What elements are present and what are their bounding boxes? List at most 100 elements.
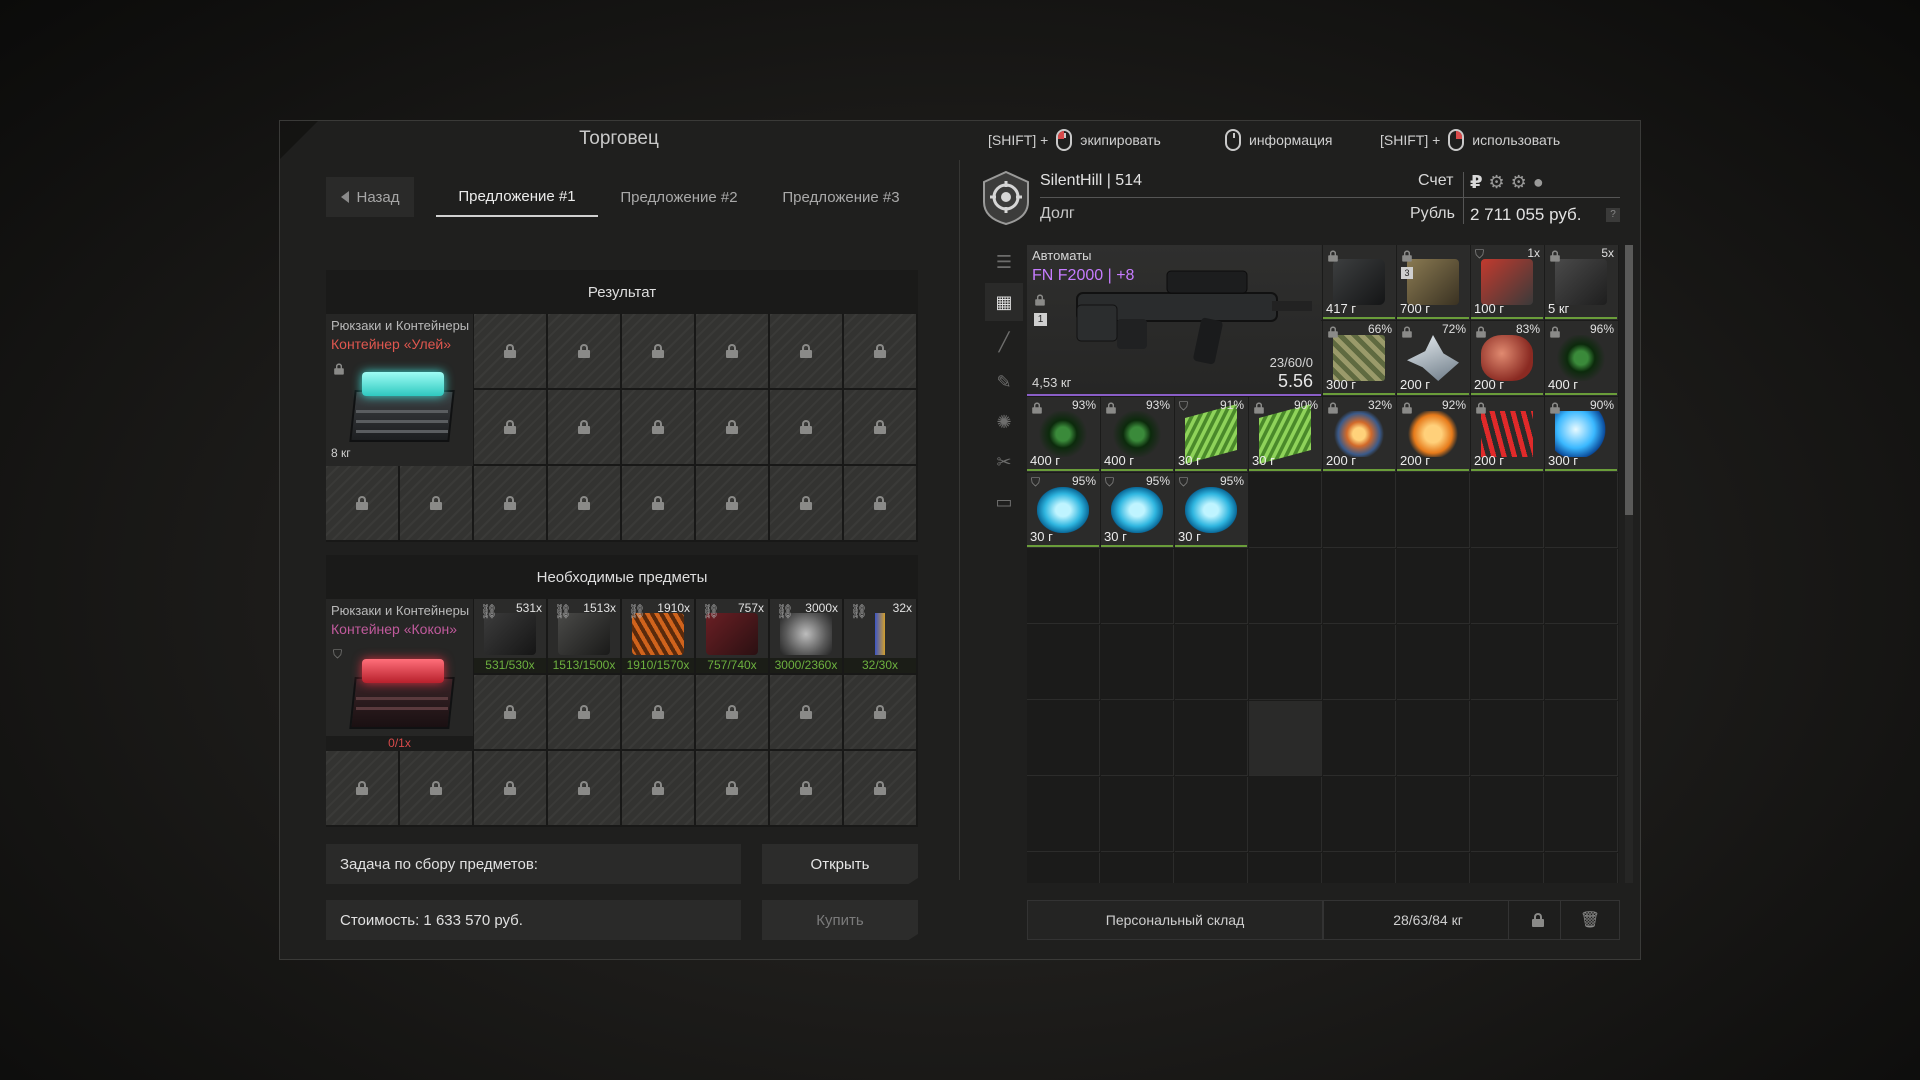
inventory-slot[interactable]	[1545, 777, 1618, 852]
inventory-slot[interactable]	[1101, 701, 1174, 776]
inventory-item[interactable]: ⛉ 95% 30 г	[1027, 473, 1099, 547]
item-weight: 300 г	[1326, 377, 1357, 392]
inventory-slot[interactable]	[1397, 549, 1470, 624]
inventory-scrollbar[interactable]	[1625, 245, 1633, 883]
gear-currency-icon[interactable]: ⚙	[1489, 172, 1505, 193]
inventory-item[interactable]: ⛉ 91% 30 г	[1175, 397, 1247, 471]
grid-all-icon[interactable]: ▦	[985, 283, 1023, 321]
inventory-slot[interactable]	[1249, 549, 1322, 624]
inventory-slot[interactable]	[1471, 549, 1544, 624]
required-item-card[interactable]: Рюкзаки и Контейнеры Контейнер «Кокон» ⛉…	[326, 599, 473, 751]
inventory-slot[interactable]	[1471, 625, 1544, 700]
inventory-slot[interactable]	[1175, 853, 1248, 883]
inventory-slot[interactable]	[1323, 625, 1396, 700]
inventory-slot[interactable]	[1545, 473, 1618, 548]
required-material-slot[interactable]: ⛓ 3000x 3000/2360x	[770, 599, 842, 673]
inventory-slot[interactable]	[1175, 549, 1248, 624]
inventory-slot[interactable]	[1027, 777, 1100, 852]
locked-slot	[844, 314, 916, 388]
inventory-item[interactable]: 90% 300 г	[1545, 397, 1617, 471]
inventory-item[interactable]: 92% 200 г	[1397, 397, 1469, 471]
inventory-slot[interactable]	[1397, 625, 1470, 700]
inventory-item[interactable]: 96% 400 г	[1545, 321, 1617, 395]
inventory-slot[interactable]	[1545, 701, 1618, 776]
required-material-slot[interactable]: ⛓ 531x 531/530x	[474, 599, 546, 673]
token-currency-icon[interactable]: ●	[1533, 172, 1544, 193]
result-item-card[interactable]: Рюкзаки и Контейнеры Контейнер «Улей» 8 …	[326, 314, 473, 466]
inventory-item[interactable]: 417 г	[1323, 245, 1395, 319]
inventory-slot[interactable]	[1249, 777, 1322, 852]
inventory-slot[interactable]	[1545, 625, 1618, 700]
sort-icon[interactable]: ☰	[985, 243, 1023, 281]
inventory-slot[interactable]	[1397, 473, 1470, 548]
ruble-icon[interactable]: ₽	[1470, 172, 1483, 193]
inventory-slot[interactable]	[1249, 853, 1322, 883]
inventory-item[interactable]: ⛉ 1x 100 г	[1471, 245, 1543, 319]
scroll-thumb[interactable]	[1625, 245, 1633, 515]
inventory-item[interactable]: 83% 200 г	[1471, 321, 1543, 395]
help-icon[interactable]: ?	[1606, 208, 1620, 222]
tab-offer-2[interactable]: Предложение #2	[598, 177, 760, 217]
inventory-slot[interactable]	[1471, 473, 1544, 548]
inventory-slot[interactable]	[1397, 853, 1470, 883]
inventory-slot[interactable]	[1323, 777, 1396, 852]
inventory-slot[interactable]	[1323, 701, 1396, 776]
cogs-currency-icon[interactable]: ⚙	[1511, 172, 1527, 193]
inventory-item[interactable]: 66% 300 г	[1323, 321, 1395, 395]
inventory-slot[interactable]	[1175, 701, 1248, 776]
inventory-slot[interactable]	[1249, 701, 1322, 776]
trash-button[interactable]: 🗑	[1560, 900, 1620, 940]
inventory-slot[interactable]	[1397, 777, 1470, 852]
player-underline	[1040, 197, 1620, 198]
inventory-slot[interactable]	[1545, 549, 1618, 624]
lock-all-button[interactable]	[1508, 900, 1568, 940]
tab-offer-1[interactable]: Предложение #1	[436, 177, 598, 217]
inventory-slot[interactable]	[1323, 853, 1396, 883]
inventory-slot[interactable]	[1397, 701, 1470, 776]
inventory-slot[interactable]	[1471, 777, 1544, 852]
inventory-slot[interactable]	[1175, 777, 1248, 852]
inventory-slot[interactable]	[1101, 625, 1174, 700]
buy-button[interactable]: Купить	[762, 900, 918, 940]
tools-filter-icon[interactable]: ✂	[985, 443, 1023, 481]
inventory-slot[interactable]	[1027, 625, 1100, 700]
inventory-item[interactable]: 5x 5 кг	[1545, 245, 1617, 319]
inventory-slot[interactable]	[1323, 549, 1396, 624]
inventory-slot[interactable]	[1027, 853, 1100, 883]
required-material-slot[interactable]: ⛓ 757x 757/740x	[696, 599, 768, 673]
inventory-item[interactable]: 93% 400 г	[1101, 397, 1173, 471]
inventory-item[interactable]: 200 г	[1471, 397, 1543, 471]
inventory-slot[interactable]	[1027, 549, 1100, 624]
weapon-item-card[interactable]: Автоматы FN F2000 | +8 1 23/60/0 5.56 4,…	[1027, 245, 1321, 396]
inventory-slot[interactable]	[1249, 473, 1322, 548]
inventory-slot[interactable]	[1027, 701, 1100, 776]
required-material-slot[interactable]: ⛓ 32x 32/30x	[844, 599, 916, 673]
inventory-slot[interactable]	[1471, 701, 1544, 776]
inventory-item[interactable]: 32% 200 г	[1323, 397, 1395, 471]
required-material-slot[interactable]: ⛓ 1513x 1513/1500x	[548, 599, 620, 673]
inventory-slot[interactable]	[1249, 625, 1322, 700]
inventory-slot[interactable]	[1471, 853, 1544, 883]
inventory-item[interactable]: ⛉ 95% 30 г	[1101, 473, 1173, 547]
tab-offer-3[interactable]: Предложение #3	[760, 177, 922, 217]
inventory-item[interactable]: 90% 30 г	[1249, 397, 1321, 471]
inventory-item[interactable]: ⛉ 95% 30 г	[1175, 473, 1247, 547]
open-button[interactable]: Открыть	[762, 844, 918, 884]
inventory-slot[interactable]	[1101, 549, 1174, 624]
inventory-slot[interactable]	[1323, 473, 1396, 548]
required-material-slot[interactable]: ⛓ 1910x 1910/1570x	[622, 599, 694, 673]
knife-filter-icon[interactable]: ✎	[985, 363, 1023, 401]
inventory-slot[interactable]	[1101, 853, 1174, 883]
locked-slot	[400, 466, 472, 540]
back-button[interactable]: Назад	[326, 177, 414, 217]
inventory-slot[interactable]	[1175, 625, 1248, 700]
box-filter-icon[interactable]: ▭	[985, 483, 1023, 521]
inventory-item[interactable]: 72% 200 г	[1397, 321, 1469, 395]
inventory-item[interactable]: 3 700 г	[1397, 245, 1469, 319]
inventory-slot[interactable]	[1101, 777, 1174, 852]
inventory-item[interactable]: 93% 400 г	[1027, 397, 1099, 471]
rifle-filter-icon[interactable]: ╱	[985, 323, 1023, 361]
artifact-filter-icon[interactable]: ✺	[985, 403, 1023, 441]
inventory-slot[interactable]	[1545, 853, 1618, 883]
personal-stash-button[interactable]: Персональный склад	[1027, 900, 1323, 940]
